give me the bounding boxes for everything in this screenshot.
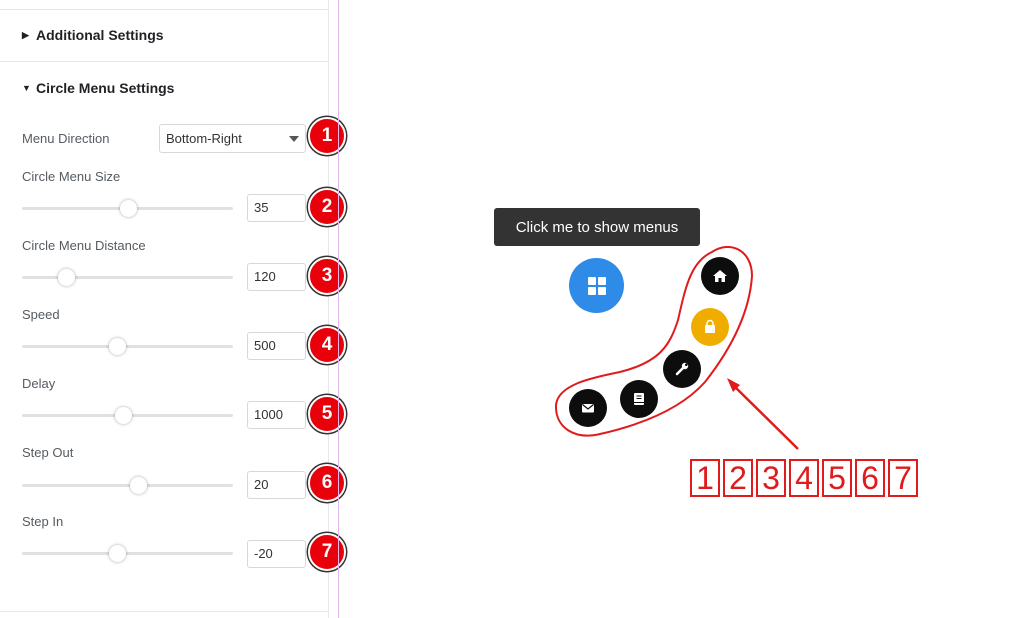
- menu-item-home[interactable]: [701, 257, 739, 295]
- annotation-number: 7: [888, 459, 918, 497]
- annotation-number: 2: [723, 459, 753, 497]
- menu-item-mail[interactable]: [569, 389, 607, 427]
- annotation-number: 4: [789, 459, 819, 497]
- wrench-icon: [675, 362, 689, 376]
- mail-icon: [582, 404, 594, 413]
- annotation-number: 3: [756, 459, 786, 497]
- menu-item-tools[interactable]: [663, 350, 701, 388]
- annotation-overlay: [554, 246, 799, 450]
- annotation-number: 5: [822, 459, 852, 497]
- bag-icon: [705, 319, 715, 333]
- annotation-number: 6: [855, 459, 885, 497]
- book-icon: [634, 393, 644, 405]
- menu-item-shop[interactable]: [691, 308, 729, 346]
- menu-item-book[interactable]: [620, 380, 658, 418]
- home-icon: [713, 270, 727, 282]
- annotation-number: 1: [690, 459, 720, 497]
- annotation-number-row: 1 2 3 4 5 6 7: [690, 459, 921, 497]
